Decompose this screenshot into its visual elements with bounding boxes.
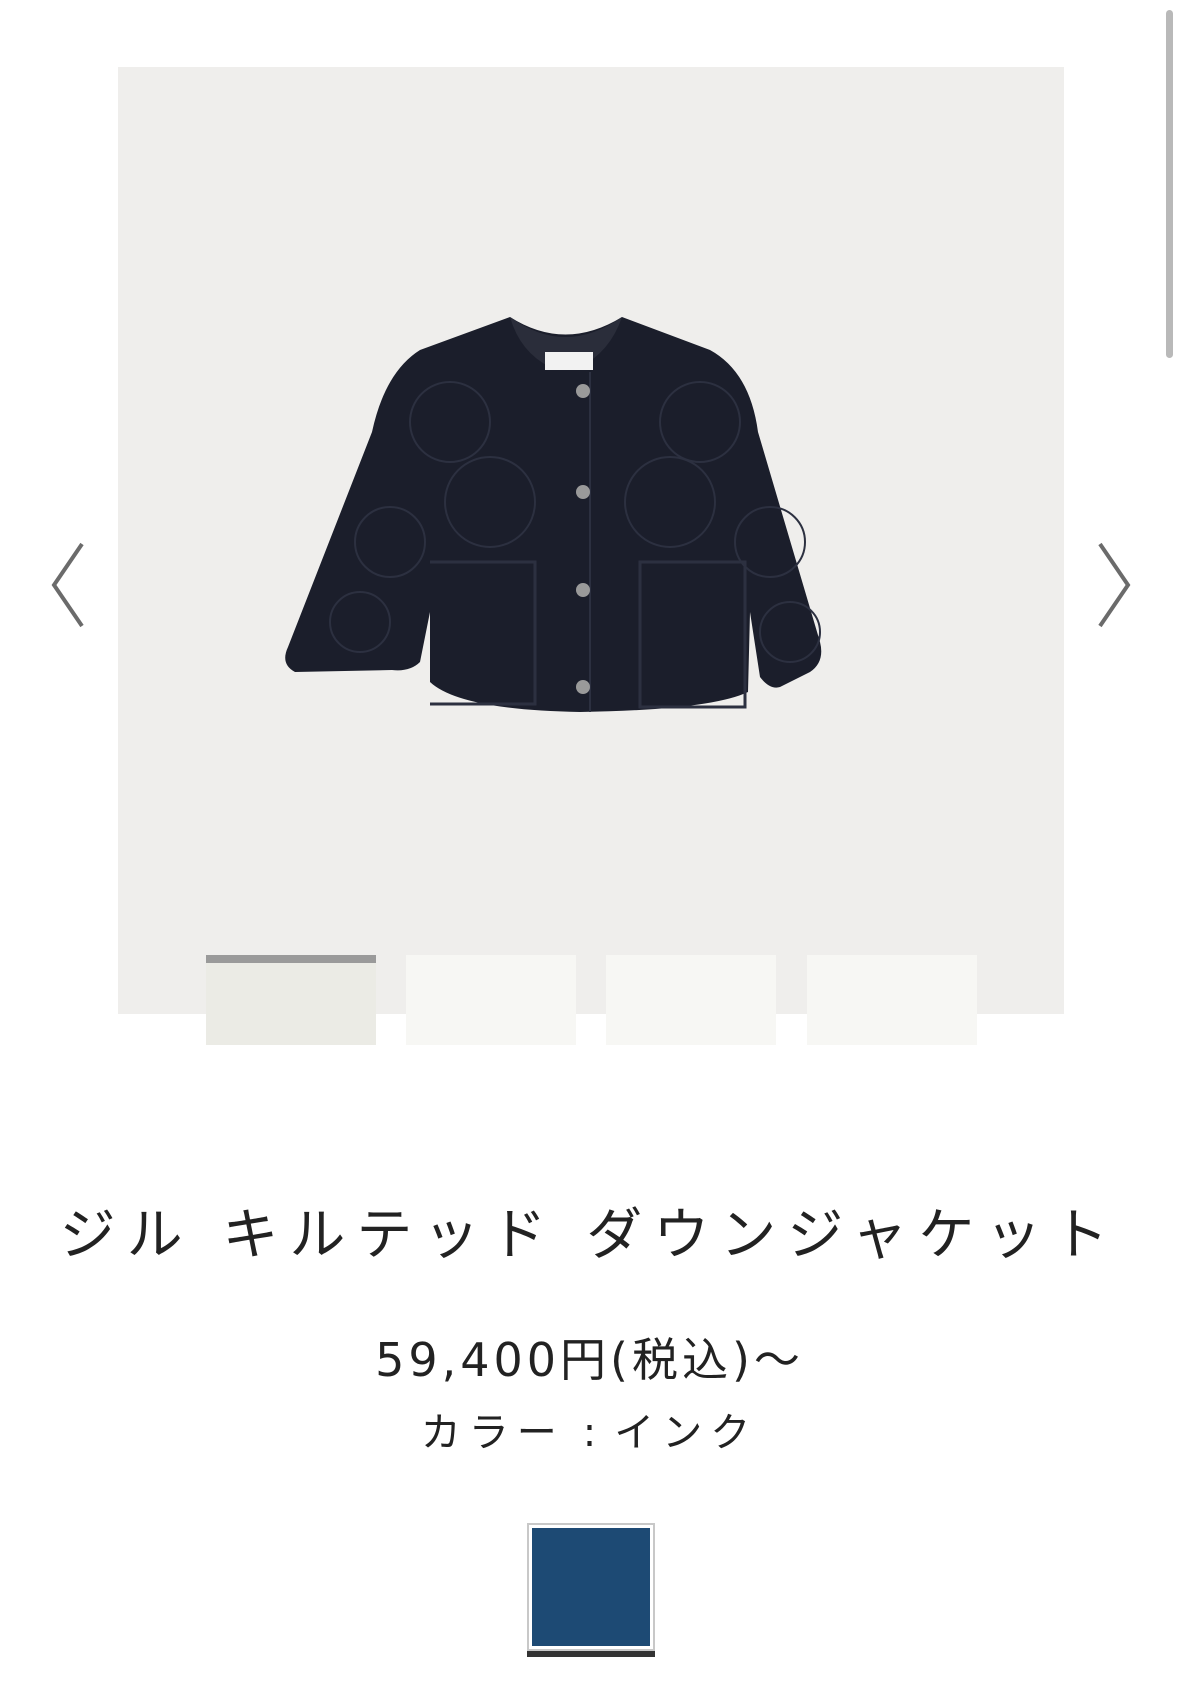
color-info: カラー: インク — [0, 1405, 1179, 1461]
color-swatch-ink[interactable] — [527, 1523, 655, 1657]
previous-image-button[interactable] — [48, 540, 88, 630]
product-title: ジル キルテッド ダウンジャケット — [59, 1203, 1120, 1268]
swatch-selected-indicator — [527, 1651, 655, 1657]
swatch-color-fill — [532, 1528, 650, 1646]
swatch-frame — [527, 1523, 655, 1651]
color-separator: : — [582, 1410, 597, 1456]
chevron-left-icon — [51, 542, 84, 628]
color-value: インク — [614, 1410, 759, 1456]
next-image-button[interactable] — [1094, 540, 1134, 630]
page-scrollbar[interactable] — [1166, 10, 1173, 358]
product-price: 59,400円(税込)〜 — [375, 1333, 804, 1387]
color-label: カラー — [420, 1410, 565, 1456]
thumbnail-4[interactable] — [807, 955, 977, 1045]
thumbnail-3[interactable] — [606, 955, 776, 1045]
product-jacket-image — [285, 317, 822, 712]
thumbnail-1[interactable] — [206, 955, 376, 1045]
thumbnail-2[interactable] — [406, 955, 576, 1045]
chevron-right-icon — [1098, 542, 1131, 628]
thumbnail-strip — [0, 955, 1179, 1045]
